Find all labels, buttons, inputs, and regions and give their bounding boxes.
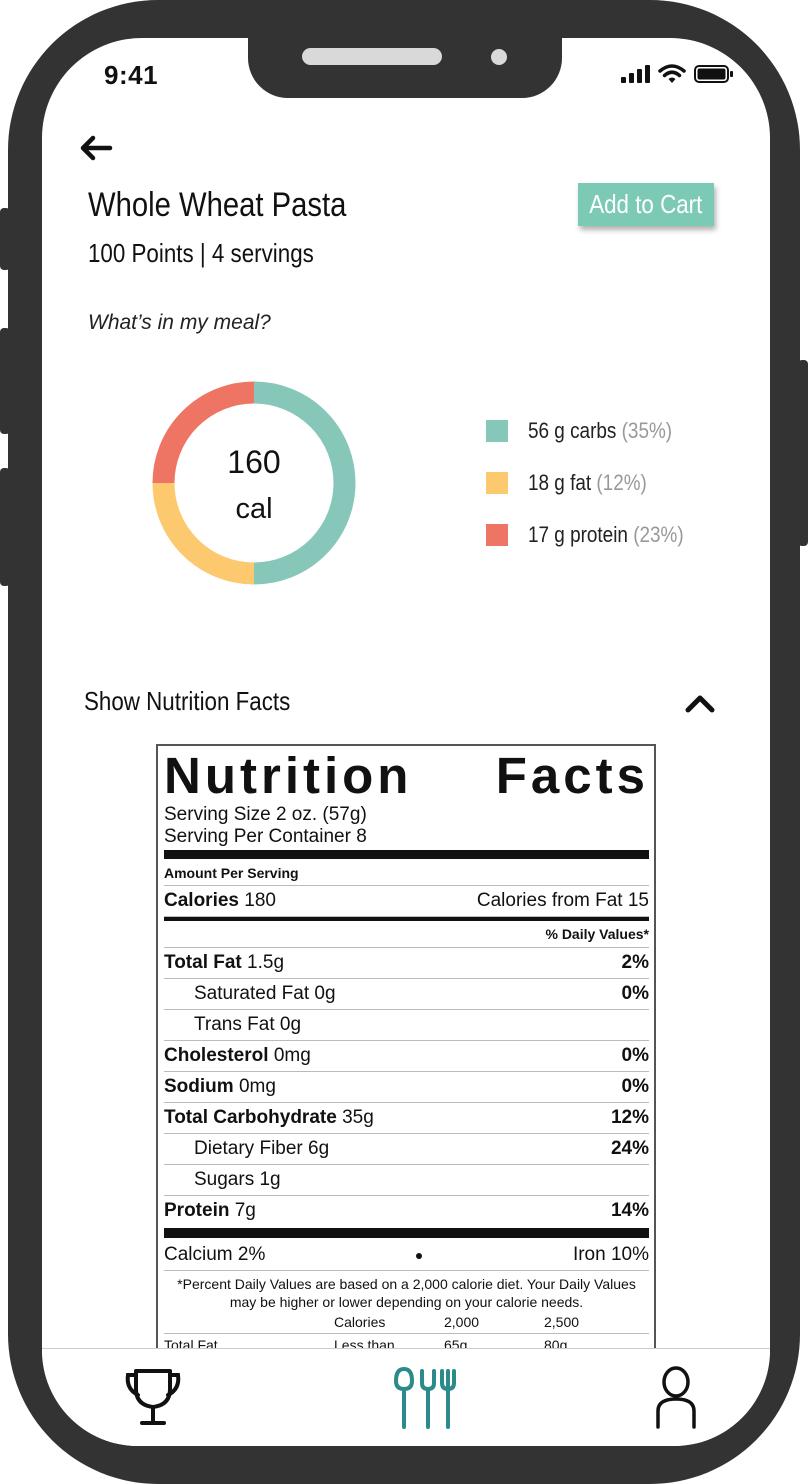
profile-icon[interactable]: [654, 1365, 698, 1431]
legend-label: 56 g carbs: [528, 418, 617, 443]
divider: [164, 850, 649, 859]
wifi-icon: [658, 64, 686, 83]
legend-item-carbs: 56 g carbs (35%): [486, 418, 709, 444]
legend-percent: (12%): [596, 470, 647, 495]
nutrition-facts-label: Nutrition Facts Serving Size 2 oz. (57g)…: [156, 744, 656, 1444]
donut-calories-value: 160: [227, 444, 280, 480]
bottom-tab-bar: [42, 1348, 770, 1446]
nutrient-row-saturated-fat: Saturated Fat 0g 0%: [164, 979, 649, 1010]
amount-per-serving: Amount Per Serving: [164, 861, 649, 886]
product-subtitle: 100 Points | 4 servings: [88, 238, 314, 268]
add-to-cart-button[interactable]: Add to Cart: [578, 183, 714, 226]
speaker-grille: [302, 48, 442, 65]
legend-percent: (23%): [633, 522, 684, 547]
meal-question: What’s in my meal?: [88, 311, 271, 334]
show-nutrition-facts-toggle[interactable]: Show Nutrition Facts: [84, 686, 290, 717]
footnote-table-header: Calories 2,000 2,500: [164, 1311, 649, 1334]
nutrient-row-total-carbohydrate: Total Carbohydrate 35g 12%: [164, 1103, 649, 1134]
macro-donut-chart: 160 cal: [152, 381, 356, 585]
product-title: Whole Wheat Pasta: [88, 186, 347, 224]
macro-legend: 56 g carbs (35%) 18 g fat (12%) 17 g pro…: [486, 418, 709, 574]
nutrient-row-protein: Protein 7g 14%: [164, 1200, 649, 1221]
dining-utensils-icon[interactable]: [392, 1365, 458, 1429]
divider: [164, 1228, 649, 1238]
legend-item-protein: 17 g protein (23%): [486, 522, 709, 548]
signal-icon: [621, 65, 650, 83]
power-button: [798, 360, 808, 546]
serving-per-container: Serving Per Container 8: [164, 826, 367, 847]
nutrient-row-dietary-fiber: Dietary Fiber 6g 24%: [164, 1134, 649, 1165]
legend-percent: (35%): [621, 418, 673, 443]
mute-switch: [0, 208, 10, 270]
back-arrow-icon[interactable]: [78, 134, 114, 162]
nutrient-row-trans-fat: Trans Fat 0g: [164, 1010, 649, 1041]
battery-icon: [694, 65, 733, 83]
daily-values-header: % Daily Values*: [164, 921, 649, 948]
daily-values-footnote: *Percent Daily Values are based on a 2,0…: [177, 1276, 636, 1310]
serving-size: Serving Size 2 oz. (57g): [164, 804, 367, 825]
volume-down-button: [0, 468, 10, 586]
volume-up-button: [0, 328, 10, 434]
nutrient-row-cholesterol: Cholesterol 0mg 0%: [164, 1041, 649, 1072]
donut-calories-unit: cal: [235, 493, 272, 525]
nutrient-row-total-fat: Total Fat 1.5g 2%: [164, 948, 649, 979]
legend-swatch: [486, 420, 508, 442]
status-icons: [621, 64, 734, 84]
legend-swatch: [486, 472, 508, 494]
status-time: 9:41: [104, 60, 159, 90]
bullet: ●: [414, 1247, 424, 1263]
legend-label: 17 g protein: [528, 522, 628, 547]
trophy-icon[interactable]: [122, 1365, 184, 1429]
front-camera: [491, 49, 507, 65]
legend-item-fat: 18 g fat (12%): [486, 470, 709, 496]
nutrition-facts-title: Nutrition Facts: [164, 747, 649, 804]
vitamins-row: Calcium 2% ● Iron 10%: [164, 1240, 649, 1271]
legend-label: 18 g fat: [528, 470, 592, 495]
legend-swatch: [486, 524, 508, 546]
notch: [248, 30, 562, 98]
nutrient-row-sugars: Sugars 1g: [164, 1165, 649, 1196]
nutrient-row-sodium: Sodium 0mg 0%: [164, 1072, 649, 1103]
chevron-up-icon[interactable]: [684, 692, 716, 714]
donut-segment-carbs: [253, 381, 356, 585]
screen: 9:41 Whole Wheat Pasta 100 Points | 4 se…: [42, 38, 770, 1446]
calories-row: Calories 180 Calories from Fat 15: [164, 886, 649, 917]
